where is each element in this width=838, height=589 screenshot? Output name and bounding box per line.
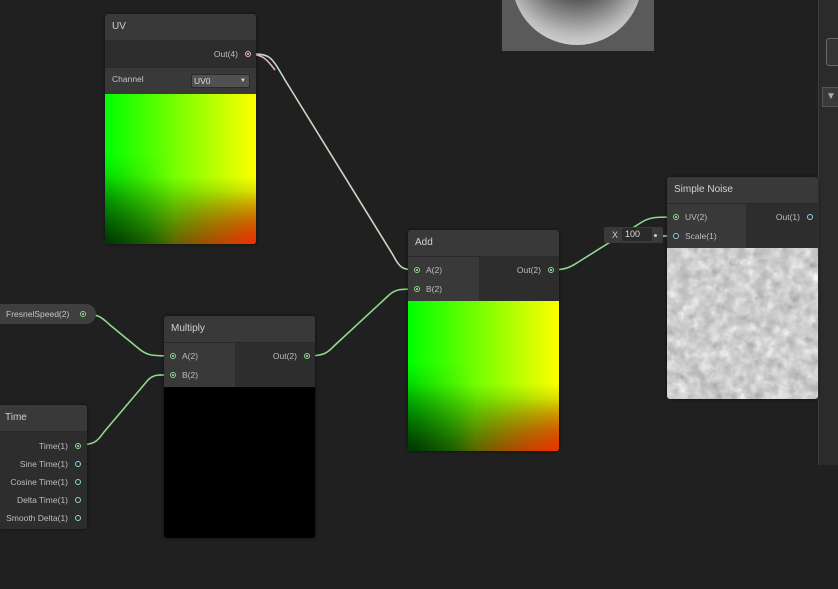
fresnel-speed-property[interactable]: FresnelSpeed(2)	[0, 304, 96, 324]
add-b-port[interactable]	[414, 286, 420, 292]
noise-uv-port[interactable]	[673, 214, 679, 220]
smooth-delta-out-port[interactable]	[75, 515, 81, 521]
property-out-port[interactable]	[80, 311, 86, 317]
noise-scale-label: Scale(1)	[685, 231, 717, 241]
noise-uv-label: UV(2)	[685, 212, 708, 222]
time-node[interactable]: Time Time(1) Sine Time(1) Cosine Time(1)…	[0, 405, 87, 529]
cosine-time-out-label: Cosine Time(1)	[10, 477, 68, 487]
add-a-label: A(2)	[426, 265, 443, 275]
multiply-out-label: Out(2)	[272, 351, 297, 361]
noise-scale-port[interactable]	[673, 233, 679, 239]
add-b-label: B(2)	[426, 284, 443, 294]
multiply-preview	[164, 387, 315, 538]
multiply-out-port[interactable]	[304, 353, 310, 359]
uv-node-title: UV	[105, 14, 256, 41]
delta-time-out-port[interactable]	[75, 497, 81, 503]
panel-toggle[interactable]	[826, 38, 838, 66]
uv-channel-value: UV0	[194, 76, 211, 86]
simple-noise-node[interactable]: Simple Noise UV(2) Scale(1) Out(1)	[667, 177, 818, 399]
scale-field-connector-icon	[654, 234, 657, 237]
uv-node[interactable]: UV Out(4) Channel UV0 ▼	[105, 14, 256, 244]
add-node-title: Add	[408, 230, 559, 257]
uv-channel-dropdown[interactable]: UV0 ▼	[191, 74, 250, 88]
sine-time-out-label: Sine Time(1)	[19, 459, 68, 469]
scale-field-input[interactable]: 100	[622, 228, 652, 241]
simple-noise-node-ports: UV(2) Scale(1) Out(1)	[667, 204, 818, 248]
multiply-node-ports: A(2) B(2) Out(2)	[164, 343, 315, 387]
noise-out-label: Out(1)	[775, 212, 800, 222]
sine-time-out-port[interactable]	[75, 461, 81, 467]
uv-preview	[105, 94, 256, 244]
wire-time-to-multiply-b	[77, 374, 174, 446]
noise-preview	[667, 248, 818, 399]
multiply-b-port[interactable]	[170, 372, 176, 378]
multiply-b-label: B(2)	[182, 370, 199, 380]
sphere-preview-panel	[502, 0, 654, 51]
time-out-port[interactable]	[75, 443, 81, 449]
wire-multiply-to-add-b	[306, 288, 418, 357]
wire-fresnel-to-multiply-a	[82, 313, 174, 357]
side-panel-edge	[818, 0, 838, 465]
multiply-node-title: Multiply	[164, 316, 315, 343]
add-a-port[interactable]	[414, 267, 420, 273]
time-node-ports: Time(1) Sine Time(1) Cosine Time(1) Delt…	[0, 432, 87, 529]
multiply-a-port[interactable]	[170, 353, 176, 359]
sphere-preview	[512, 0, 642, 45]
wire-add-to-noise-uv	[549, 216, 677, 271]
property-label: FresnelSpeed(2)	[6, 309, 70, 319]
time-out-label: Time(1)	[39, 441, 68, 451]
cosine-time-out-port[interactable]	[75, 479, 81, 485]
simple-noise-node-title: Simple Noise	[667, 177, 818, 204]
smooth-delta-out-label: Smooth Delta(1)	[6, 513, 68, 523]
wire-uv-to-add-a	[246, 53, 418, 271]
add-node-ports: A(2) B(2) Out(2)	[408, 257, 559, 301]
uv-out-label: Out(4)	[213, 49, 238, 59]
scale-field-value: 100	[625, 229, 641, 239]
chevron-down-icon: ▼	[240, 78, 246, 84]
scale-field-axis-label: X	[612, 230, 619, 240]
add-out-label: Out(2)	[516, 265, 541, 275]
multiply-node[interactable]: Multiply A(2) B(2) Out(2)	[164, 316, 315, 538]
uv-channel-row: Channel UV0 ▼	[105, 67, 256, 94]
dropdown-arrow-icon[interactable]: ▼	[822, 87, 838, 107]
add-preview	[408, 301, 559, 451]
delta-time-out-label: Delta Time(1)	[16, 495, 68, 505]
uv-node-ports: Out(4)	[105, 41, 256, 67]
multiply-a-label: A(2)	[182, 351, 199, 361]
add-node[interactable]: Add A(2) B(2) Out(2)	[408, 230, 559, 451]
time-node-title: Time	[0, 405, 87, 432]
uv-out-port[interactable]	[245, 51, 251, 57]
add-out-port[interactable]	[548, 267, 554, 273]
noise-out-port[interactable]	[807, 214, 813, 220]
scale-field[interactable]: X 100	[604, 227, 663, 243]
uv-channel-label: Channel	[112, 74, 144, 84]
